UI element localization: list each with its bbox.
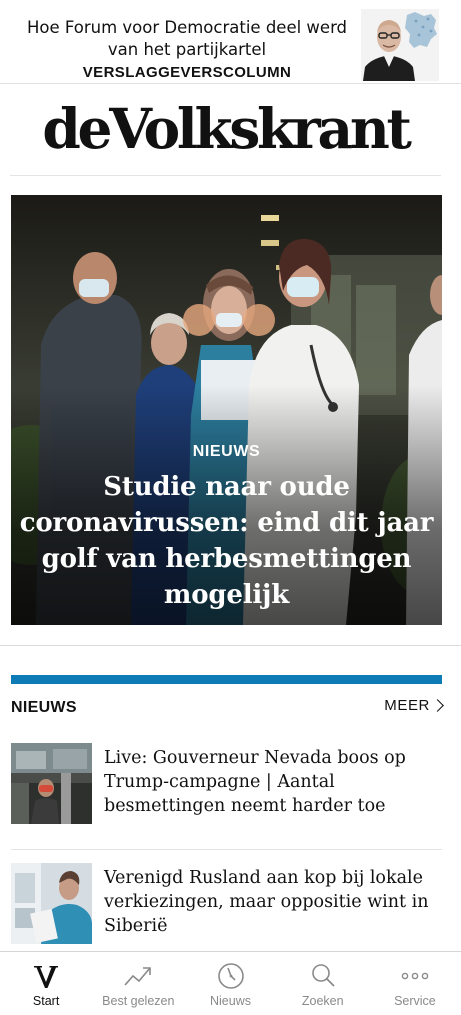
masthead-title: deVolkskrant <box>42 96 412 161</box>
tab-service[interactable]: Service <box>369 952 461 1015</box>
bottom-tab-bar: Start Best gelezen Nieuws Zoeken Service <box>0 951 461 1015</box>
search-icon <box>311 964 335 987</box>
hero-kicker: NIEUWS <box>192 443 261 460</box>
article-thumbnail <box>11 863 92 944</box>
article-item[interactable]: Verenigd Rusland aan kop bij lokale verk… <box>11 863 442 945</box>
volkskrant-v-icon <box>34 966 59 988</box>
article-divider <box>11 849 442 850</box>
masthead-logo[interactable]: deVolkskrant <box>10 96 441 166</box>
tab-best-gelezen[interactable]: Best gelezen <box>92 952 184 1015</box>
chevron-right-icon <box>431 699 444 712</box>
article-item[interactable]: Live: Gouverneur Nevada boos op Trump-ca… <box>11 743 442 825</box>
promo-kicker: VERSLAGGEVERSCOLUMN <box>82 64 292 81</box>
article-title[interactable]: Live: Gouverneur Nevada boos op Trump-ca… <box>104 746 440 818</box>
tab-nieuws[interactable]: Nieuws <box>184 952 276 1015</box>
tab-zoeken[interactable]: Zoeken <box>277 952 369 1015</box>
promo-headline[interactable]: Hoe Forum voor Democratie deel werd van … <box>27 18 347 59</box>
promo-banner[interactable]: Hoe Forum voor Democratie deel werd van … <box>0 0 461 84</box>
tab-label: Best gelezen <box>102 994 175 1008</box>
tab-start[interactable]: Start <box>0 952 92 1015</box>
more-dots-icon <box>401 972 429 980</box>
hero-article[interactable]: NIEUWS Studie naar oude coronavirussen: … <box>11 195 442 625</box>
section-more-link[interactable]: MEER <box>384 697 444 714</box>
hero-headline[interactable]: Studie naar oude coronavirussen: eind di… <box>17 469 436 613</box>
tab-label: Zoeken <box>301 994 344 1008</box>
trending-icon <box>124 967 152 986</box>
tab-label: Start <box>32 994 60 1008</box>
columnist-photo <box>361 9 439 81</box>
more-label: MEER <box>384 697 430 714</box>
article-title[interactable]: Verenigd Rusland aan kop bij lokale verk… <box>104 866 440 938</box>
clock-icon <box>217 963 244 989</box>
tab-label: Nieuws <box>210 994 251 1008</box>
masthead-divider <box>10 175 441 176</box>
promo-text[interactable]: Hoe Forum voor Democratie deel werd van … <box>18 17 356 84</box>
tab-label: Service <box>394 994 436 1008</box>
article-thumbnail <box>11 743 92 824</box>
section-accent-bar <box>11 675 442 684</box>
section-title: NIEUWS <box>11 699 77 716</box>
section-divider <box>0 645 461 646</box>
